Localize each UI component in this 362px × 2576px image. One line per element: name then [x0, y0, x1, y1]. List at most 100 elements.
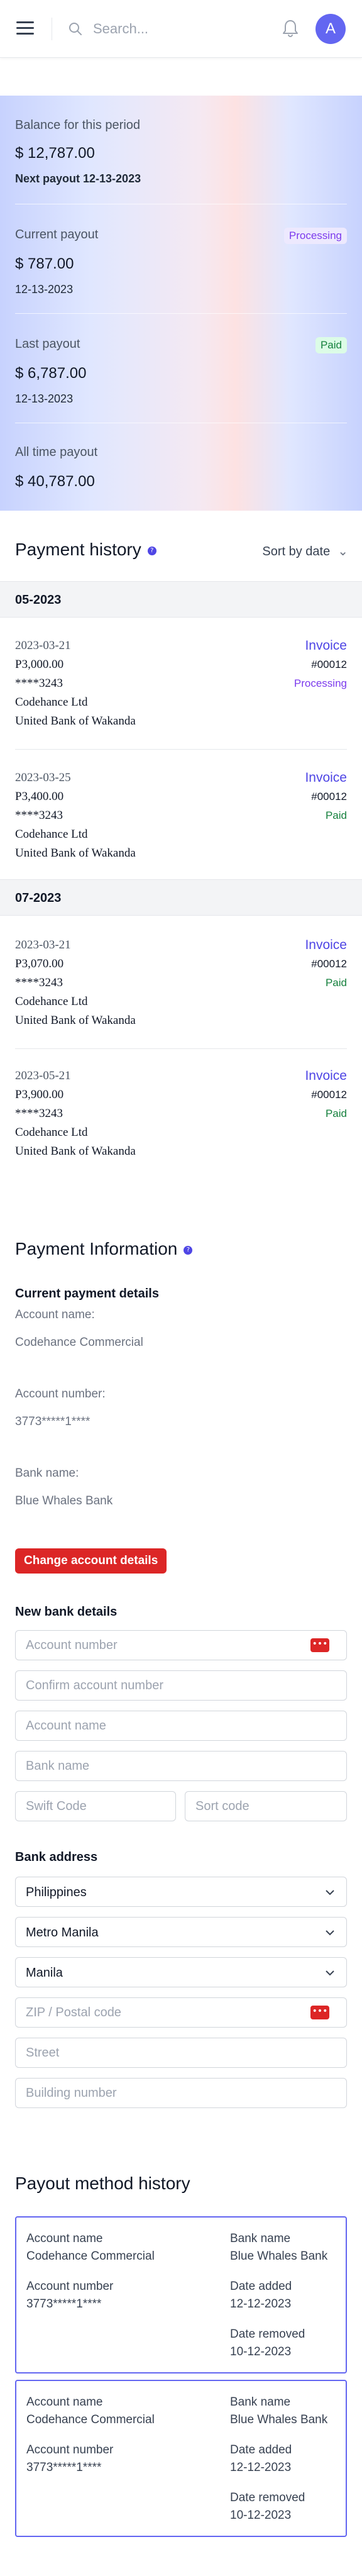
- list-item[interactable]: 2023-03-21 P3,000.00 ****3243 Codehance …: [0, 636, 362, 750]
- list-item[interactable]: 2023-05-21 P3,900.00 ****3243 Codehance …: [0, 1067, 362, 1180]
- status-text: Processing: [293, 677, 347, 689]
- bank-name: United Bank of Wakanda: [15, 847, 136, 860]
- payout-method-card: Account name Codehance Commercial Accoun…: [15, 2380, 347, 2537]
- info-icon[interactable]: ?: [147, 546, 156, 555]
- account-name-value: Codehance Commercial: [26, 2413, 155, 2426]
- invoice-link[interactable]: Invoice: [294, 636, 347, 655]
- date-added-value: 12-12-2023: [230, 2297, 292, 2311]
- date-removed-label: Date removed: [230, 2328, 305, 2341]
- month-group-header: 05-2023: [0, 581, 362, 618]
- payment-history-heading: Payment history: [15, 540, 141, 559]
- payout-summary: Balance for this period $ 12,787.00 Next…: [0, 96, 362, 511]
- bell-icon[interactable]: [282, 19, 299, 38]
- list-item[interactable]: 2023-03-25 P3,400.00 ****3243 Codehance …: [0, 769, 362, 882]
- month-label: 07-2023: [15, 891, 62, 905]
- balance-amount: $ 12,787.00: [15, 145, 95, 162]
- error-icon: •••: [310, 1638, 329, 1652]
- account-number-label: Account number: [26, 2280, 114, 2293]
- payment-information-title: Payment Information?: [15, 1239, 193, 1259]
- month-label: 05-2023: [15, 593, 62, 607]
- account-name-value: Codehance Commercial: [15, 1336, 143, 1349]
- avatar[interactable]: A: [315, 14, 346, 44]
- payment-details: 2023-03-21 P3,000.00 ****3243 Codehance …: [15, 636, 136, 731]
- info-icon[interactable]: ?: [184, 1245, 193, 1255]
- card-number: ****3243: [15, 1107, 63, 1120]
- chevron-down-icon: ⌄: [337, 545, 348, 558]
- country-value: Philippines: [26, 1885, 87, 1899]
- date-removed-label: Date removed: [230, 2491, 305, 2504]
- date-added-value: 12-12-2023: [230, 2461, 292, 2474]
- sort-dropdown[interactable]: Sort by date ⌄: [262, 543, 348, 559]
- search-icon: [69, 23, 82, 35]
- city-select[interactable]: Manila: [15, 1957, 347, 1987]
- new-bank-heading: New bank details: [15, 1605, 118, 1619]
- divider: [15, 313, 347, 314]
- invoice-number: #00012: [311, 658, 347, 670]
- payment-history-title: Payment history?: [15, 540, 156, 560]
- account-number-value: 3773*****1****: [15, 1415, 90, 1428]
- account-number-field[interactable]: [15, 1630, 347, 1660]
- current-payout-amount: $ 787.00: [15, 255, 74, 272]
- top-bar: A: [0, 0, 362, 58]
- payout-method-history-title: Payout method history: [15, 2174, 190, 2193]
- company-name: Codehance Ltd: [15, 995, 88, 1008]
- account-number-value: 3773*****1****: [26, 2461, 102, 2474]
- sort-code-field[interactable]: [185, 1791, 347, 1821]
- date-added-label: Date added: [230, 2443, 292, 2457]
- balance-label: Balance for this period: [15, 118, 141, 132]
- payment-amount: P3,070.00: [15, 957, 64, 970]
- bank-name-label: Bank name: [230, 2396, 291, 2409]
- status-text: Paid: [325, 1108, 347, 1119]
- invoice-number: #00012: [311, 791, 347, 802]
- change-account-button[interactable]: Change account details: [15, 1548, 167, 1574]
- search-input[interactable]: [93, 16, 282, 42]
- invoice-info: Invoice #00012 Processing: [294, 636, 347, 693]
- company-name: Codehance Ltd: [15, 1126, 88, 1139]
- bank-name-value: Blue Whales Bank: [230, 2250, 328, 2263]
- account-name-label: Account name: [26, 2396, 103, 2409]
- account-name-value: Codehance Commercial: [26, 2250, 155, 2263]
- current-details-heading: Current payment details: [15, 1287, 159, 1301]
- status-text: Paid: [325, 977, 347, 989]
- invoice-link[interactable]: Invoice: [305, 1067, 347, 1085]
- invoice-info: Invoice #00012 Paid: [305, 1067, 347, 1123]
- account-name-label: Account name:: [15, 1308, 95, 1321]
- payment-details: 2023-05-21 P3,900.00 ****3243 Codehance …: [15, 1067, 136, 1161]
- region-select[interactable]: Metro Manila: [15, 1917, 347, 1947]
- account-name-label: Account name: [26, 2232, 103, 2245]
- current-payout-date: 12-13-2023: [15, 283, 74, 296]
- chevron-down-icon: [326, 1970, 334, 1976]
- card-number: ****3243: [15, 677, 63, 690]
- payment-date: 2023-03-25: [15, 771, 71, 784]
- error-icon: •••: [310, 2006, 329, 2019]
- account-number-value: 3773*****1****: [26, 2297, 102, 2311]
- zip-field[interactable]: [15, 1997, 347, 2028]
- invoice-info: Invoice #00012 Paid: [305, 769, 347, 825]
- region-value: Metro Manila: [26, 1926, 99, 1940]
- bank-address-heading: Bank address: [15, 1850, 98, 1864]
- account-name-field[interactable]: [15, 1711, 347, 1741]
- bank-column: Bank name Blue Whales Bank Date added 12…: [230, 2230, 327, 2361]
- sort-label: Sort by date: [262, 545, 331, 558]
- confirm-account-number-field[interactable]: [15, 1670, 347, 1701]
- company-name: Codehance Ltd: [15, 696, 88, 709]
- list-item[interactable]: 2023-03-21 P3,070.00 ****3243 Codehance …: [0, 936, 362, 1049]
- city-value: Manila: [26, 1966, 63, 1980]
- payment-amount: P3,900.00: [15, 1088, 64, 1101]
- account-number-label: Account number:: [15, 1387, 106, 1401]
- status-badge: Paid: [315, 337, 347, 353]
- menu-icon[interactable]: [16, 21, 34, 35]
- bank-name-field[interactable]: [15, 1751, 347, 1781]
- account-column: Account name Codehance Commercial Accoun…: [26, 2230, 155, 2313]
- street-field[interactable]: [15, 2038, 347, 2068]
- payment-amount: P3,400.00: [15, 790, 64, 803]
- invoice-link[interactable]: Invoice: [305, 769, 347, 787]
- month-group-header: 07-2023: [0, 879, 362, 916]
- swift-code-field[interactable]: [15, 1791, 176, 1821]
- building-number-field[interactable]: [15, 2078, 347, 2108]
- last-payout-date: 12-13-2023: [15, 392, 74, 405]
- current-payout-label: Current payout: [15, 228, 99, 242]
- invoice-link[interactable]: Invoice: [305, 936, 347, 955]
- country-select[interactable]: Philippines: [15, 1877, 347, 1907]
- payment-date: 2023-03-21: [15, 639, 71, 652]
